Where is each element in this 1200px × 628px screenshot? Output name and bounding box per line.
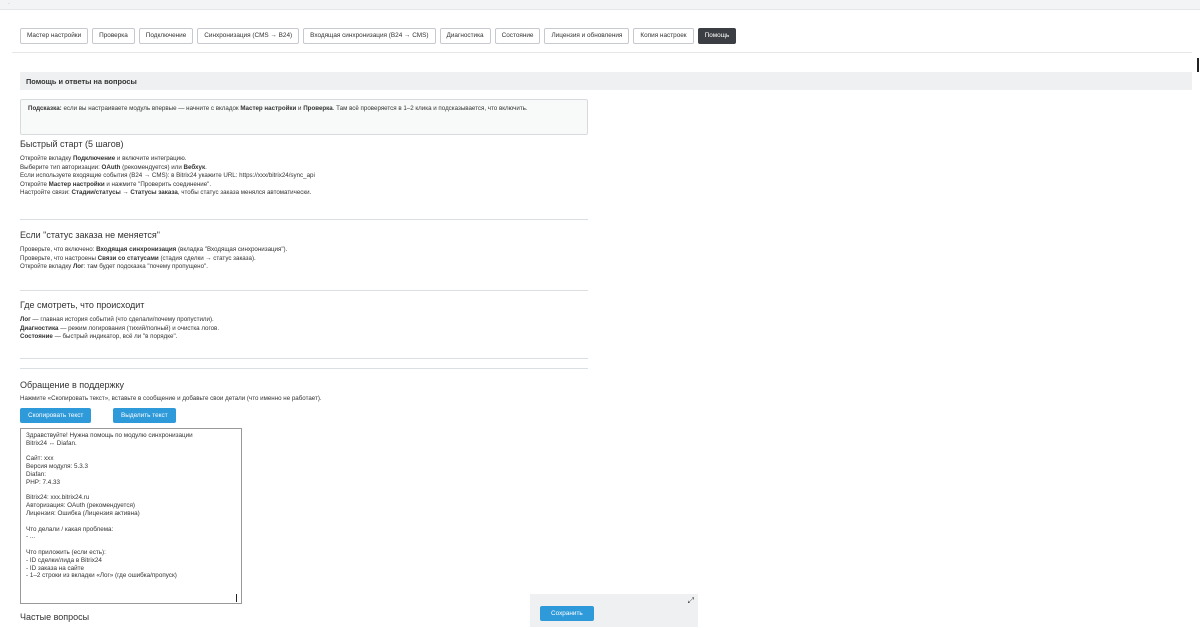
status-issue-line-3: Откройте вкладку Лог: там будет подсказк… [20,263,588,272]
step-bold: Вебхук [183,163,206,171]
line-bold: Связи со статусами [97,254,159,262]
tab-diagnostics[interactable]: Диагностика [439,28,491,44]
copy-text-button[interactable]: Скопировать текст [20,408,92,423]
section-divider [20,368,588,369]
where-line-1: Лог — главная история событий (что сдела… [20,316,588,325]
save-panel: ⤢ Сохранить [530,594,698,627]
panel-resize-handle[interactable] [1197,58,1199,72]
step-text: , чтобы статус заказа менялся автоматиче… [177,189,312,197]
where-line-3: Состояние — быстрый индикатор, всё ли "в… [20,333,588,342]
line-bold: Лог [72,263,84,271]
line-bold: Лог [20,316,31,323]
section-divider [20,358,588,359]
step-text: Откройте вкладку [20,155,73,162]
line-bold: Входящая синхронизация [96,246,177,253]
hint-text-end: . Там всё проверяется в 1–2 клика и подс… [332,105,528,112]
status-issue-section: Если "статус заказа не меняется" Проверь… [20,230,588,272]
line-text: Проверьте, что настроены [20,254,98,262]
step-bold: Мастер настройки [48,180,105,188]
section-title: Помощь и ответы на вопросы [26,77,137,86]
status-issue-title: Если "статус заказа не меняется" [20,230,160,240]
tab-help[interactable]: Помощь [697,28,737,44]
quickstart-step-4: Откройте Мастер настройки и нажмите "Про… [20,181,588,190]
tab-settings-backup[interactable]: Копия настроек [633,28,694,44]
hint-text: если вы настраиваете модуль впервые — на… [61,105,241,112]
tab-setup-wizard[interactable]: Мастер настройки [20,28,89,44]
save-button[interactable]: Сохранить [540,606,594,621]
quickstart-step-1: Откройте вкладку Подключение и включите … [20,155,588,164]
line-text: — режим логирования (тихий/полный) и очи… [58,324,220,332]
support-desc: Нажмите «Скопировать текст», вставьте в … [20,395,322,402]
top-bar-mark: · [8,1,10,7]
step-text: и включите интеграцию. [115,155,187,162]
line-bold: Состояние [20,333,53,341]
step-text: Настройте связи: [20,189,72,197]
quickstart-step-5: Настройте связи: Стадии/статусы → Статус… [20,189,588,198]
line-text: (вкладка "Входящая синхронизация"). [176,246,288,253]
tab-status[interactable]: Состояние [494,28,541,44]
admin-top-bar: · [0,0,1200,10]
step-text: (рекомендуется) или [120,163,184,171]
line-text: — быстрый индикатор, всё ли "в порядке". [52,333,178,341]
hint-box: Подсказка: если вы настраиваете модуль в… [20,99,588,135]
line-text: Откройте вкладку [20,263,73,271]
select-text-button[interactable]: Выделить текст [113,408,176,423]
status-issue-line-1: Проверьте, что включено: Входящая синхро… [20,246,588,255]
settings-tabs: Мастер настройки Проверка Подключение Си… [20,28,740,44]
faq-title: Частые вопросы [20,612,90,622]
hint-label: Подсказка: [28,105,62,112]
tab-connection[interactable]: Подключение [138,28,194,44]
where-title: Где смотреть, что происходит [20,300,145,310]
section-divider [20,290,588,291]
tab-check[interactable]: Проверка [92,28,135,44]
tab-license[interactable]: Лицензия и обновления [544,28,630,44]
expand-icon[interactable]: ⤢ [688,596,694,606]
hint-tab-check: Проверка [303,105,333,112]
quickstart-title: Быстрый старт (5 шагов) [20,139,124,149]
support-message-textarea[interactable]: Здравствуйте! Нужна помощь по модулю син… [20,428,242,604]
section-divider [20,219,588,220]
quickstart-step-3: Если используете входящие события (B24 →… [20,172,315,180]
where-section: Где смотреть, что происходит Лог — главн… [20,300,588,342]
tabs-divider [12,52,1192,53]
support-title: Обращение в поддержку [20,380,125,390]
where-line-2: Диагностика — режим логирования (тихий/п… [20,325,588,334]
line-bold: Диагностика [20,324,59,332]
step-text: Откройте [20,180,49,188]
step-bold: Подключение [72,155,116,162]
line-text: : там будет подсказка "почему пропущено"… [83,263,208,271]
step-bold: OAuth [101,163,121,171]
step-bold: Стадии/статусы → Статусы заказа [71,189,178,197]
step-text: Выберите тип авторизации: [20,163,102,171]
text-cursor [236,594,237,602]
line-text: Проверьте, что включено: [20,246,97,253]
step-text: . [205,163,207,171]
tab-sync-cms-b24[interactable]: Синхронизация (CMS → B24) [197,28,300,44]
step-text: и нажмите "Проверить соединение". [104,180,212,188]
status-issue-line-2: Проверьте, что настроены Связи со статус… [20,255,588,264]
hint-tab-wizard: Мастер настройки [240,105,297,112]
quickstart-section: Быстрый старт (5 шагов) Откройте вкладку… [20,139,588,198]
quickstart-step-2: Выберите тип авторизации: OAuth (рекомен… [20,164,588,173]
line-text: — главная история событий (что сделали/п… [30,316,214,323]
section-header: Помощь и ответы на вопросы [20,72,1192,90]
line-text: (стадия сделки → статус заказа). [158,254,256,262]
tab-incoming-sync[interactable]: Входящая синхронизация (B24 → CMS) [303,28,436,44]
support-section: Обращение в поддержку Нажмите «Скопирова… [20,380,588,404]
faq-section: Частые вопросы [20,612,588,628]
